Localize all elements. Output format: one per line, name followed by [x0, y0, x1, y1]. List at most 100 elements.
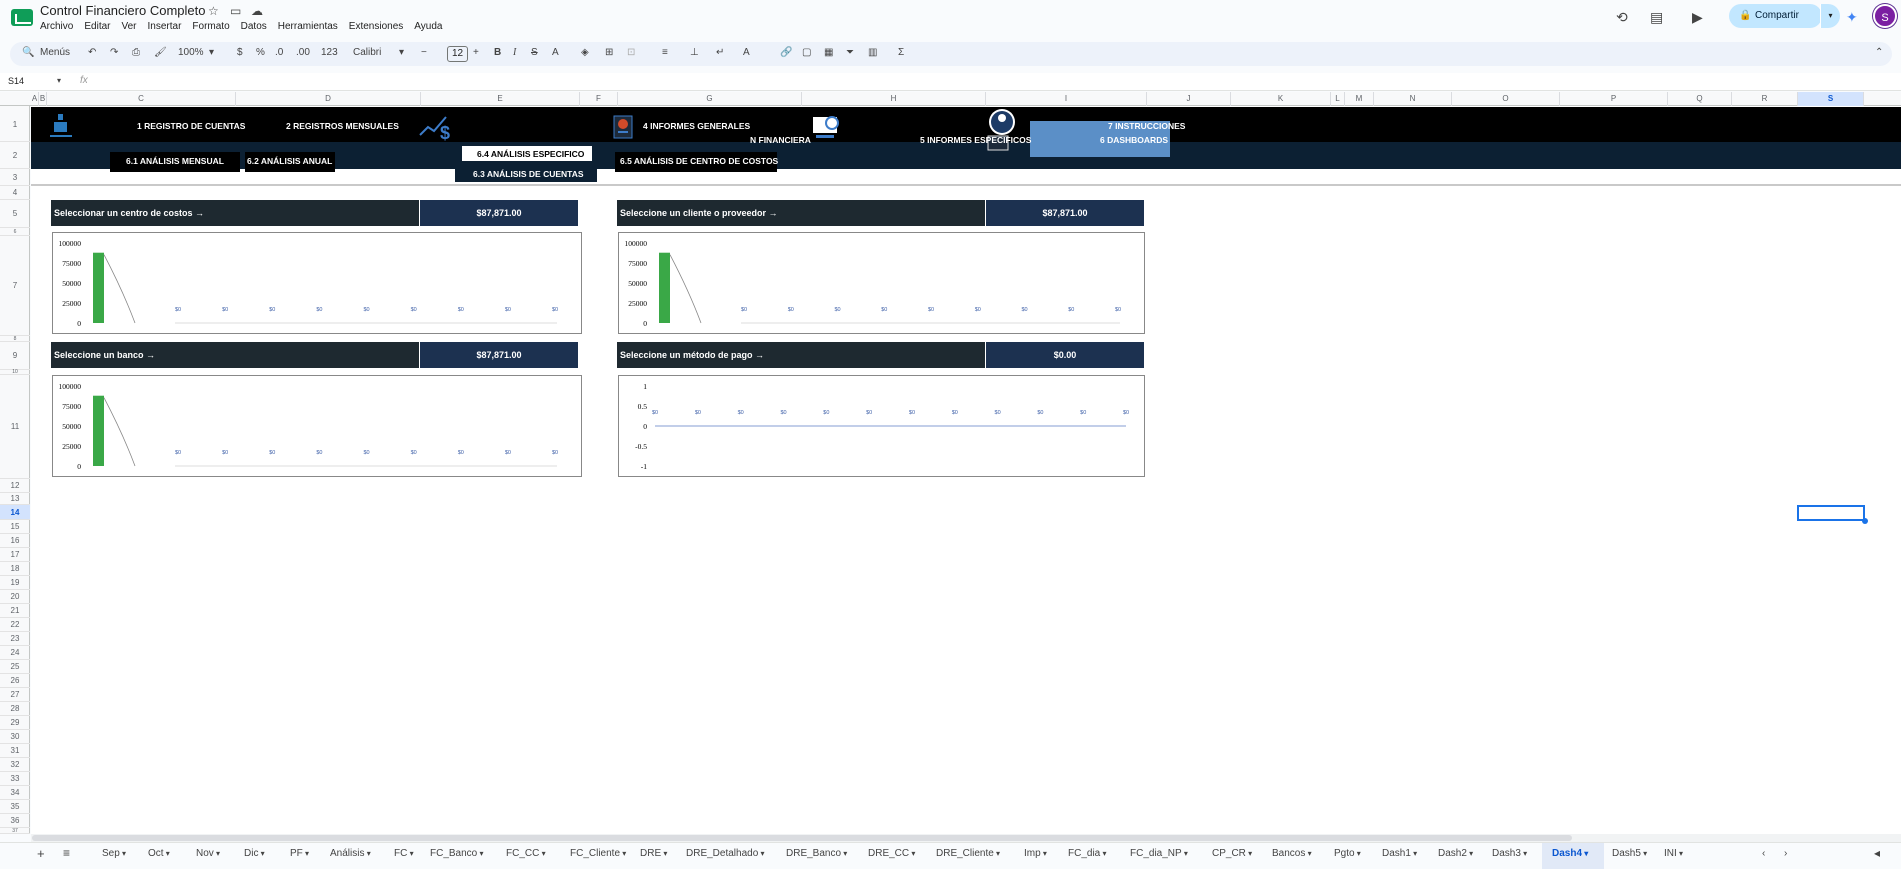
row-header-31[interactable]: 31: [0, 744, 30, 758]
sheet-tab-fc_banco[interactable]: FC_Banco ▾: [430, 848, 484, 859]
column-header-h[interactable]: H: [802, 92, 986, 106]
sheet-tab-pf[interactable]: PF ▾: [290, 848, 309, 859]
row-header-4[interactable]: 4: [0, 186, 30, 200]
sheet-tab-fc_dia[interactable]: FC_dia ▾: [1068, 848, 1107, 859]
font-size-decrease-button[interactable]: −: [421, 47, 427, 58]
chevron-down-icon[interactable]: ▾: [841, 849, 847, 858]
move-folder-icon[interactable]: ▭: [230, 4, 241, 18]
row-header-32[interactable]: 32: [0, 758, 30, 772]
star-icon[interactable]: ☆: [208, 4, 219, 18]
zoom-select[interactable]: 100%: [178, 47, 204, 58]
filter-views-icon[interactable]: ▥: [868, 47, 877, 58]
insert-chart-icon[interactable]: ▦: [824, 47, 833, 58]
row-header-30[interactable]: 30: [0, 730, 30, 744]
functions-button[interactable]: Σ: [898, 47, 904, 58]
column-header-c[interactable]: C: [47, 92, 236, 106]
row-header-29[interactable]: 29: [0, 716, 30, 730]
row-header-12[interactable]: 12: [0, 479, 30, 493]
nav-link-dashboards[interactable]: 6 DASHBOARDS: [1100, 135, 1168, 145]
column-header-e[interactable]: E: [421, 92, 580, 106]
menu-item-ver[interactable]: Ver: [121, 21, 136, 32]
menu-item-datos[interactable]: Datos: [241, 21, 267, 32]
row-header-14[interactable]: 14: [0, 505, 30, 520]
row-header-16[interactable]: 16: [0, 534, 30, 548]
row-header-5[interactable]: 5: [0, 200, 30, 228]
font-size-increase-button[interactable]: +: [473, 47, 479, 58]
menu-item-extensiones[interactable]: Extensiones: [349, 21, 403, 32]
column-header-q[interactable]: Q: [1668, 92, 1732, 106]
row-header-1[interactable]: 1: [0, 107, 30, 142]
undo-icon[interactable]: ↶: [88, 47, 96, 58]
sheet-tab-dash3[interactable]: Dash3 ▾: [1492, 848, 1527, 859]
sheet-tab-bancos[interactable]: Bancos ▾: [1272, 848, 1312, 859]
percent-button[interactable]: %: [256, 47, 265, 58]
strikethrough-button[interactable]: S: [531, 47, 538, 58]
bank-selector[interactable]: Seleccione un banco →: [51, 342, 419, 368]
nav-link-instrucciones[interactable]: 7 INSTRUCCIONES: [1108, 121, 1185, 131]
chevron-down-icon[interactable]: ▾: [1246, 849, 1252, 858]
sheet-tab-dash4[interactable]: Dash4 ▾: [1552, 848, 1588, 859]
chevron-down-icon[interactable]: ▾: [1641, 849, 1647, 858]
chart-cost-center[interactable]: 100000 75000 50000 25000 0 $0 $0 $0 $0 $0 $0 $0 $0 $0: [52, 232, 582, 334]
font-select[interactable]: Calibri: [353, 47, 381, 58]
column-header-n[interactable]: N: [1374, 92, 1452, 106]
meet-icon[interactable]: ▶: [1692, 9, 1703, 26]
menu-item-insertar[interactable]: Insertar: [148, 21, 182, 32]
row-header-3[interactable]: 3: [0, 169, 30, 186]
sheet-tab-dash5[interactable]: Dash5 ▾: [1612, 848, 1647, 859]
chevron-down-icon[interactable]: ▾: [1521, 849, 1527, 858]
column-header-b[interactable]: B: [39, 92, 47, 106]
row-header-2[interactable]: 2: [0, 142, 30, 169]
sheet-tab-fc_dia_np[interactable]: FC_dia_NP ▾: [1130, 848, 1188, 859]
share-dropdown-button[interactable]: ▾: [1820, 4, 1840, 28]
all-sheets-icon[interactable]: ≡: [63, 846, 70, 860]
chevron-down-icon[interactable]: ▾: [1467, 849, 1473, 858]
insert-link-icon[interactable]: 🔗: [780, 47, 792, 58]
row-header-22[interactable]: 22: [0, 618, 30, 632]
sheet-tab-dre_cc[interactable]: DRE_CC ▾: [868, 848, 915, 859]
column-header-f[interactable]: F: [580, 92, 618, 106]
payment-method-selector[interactable]: Seleccione un método de pago →: [617, 342, 985, 368]
align-horizontal-icon[interactable]: ≡: [662, 47, 668, 58]
nav-link-financiera[interactable]: N FINANCIERA: [750, 135, 811, 145]
menu-item-ayuda[interactable]: Ayuda: [414, 21, 442, 32]
sheet-tab-dre_detalhado[interactable]: DRE_Detalhado ▾: [686, 848, 765, 859]
version-history-icon[interactable]: ⟲: [1616, 9, 1628, 26]
scroll-tabs-right-icon[interactable]: ›: [1784, 848, 1787, 859]
menu-item-archivo[interactable]: Archivo: [40, 21, 73, 32]
chevron-down-icon[interactable]: ▾: [303, 849, 309, 858]
redo-icon[interactable]: ↷: [110, 47, 118, 58]
collapse-toolbar-icon[interactable]: ⌃: [1875, 47, 1883, 58]
sheet-tab-dre_cliente[interactable]: DRE_Cliente ▾: [936, 848, 1000, 859]
search-menus-icon[interactable]: 🔍: [22, 47, 34, 58]
chevron-down-icon[interactable]: ▾: [407, 849, 414, 858]
row-header-25[interactable]: 25: [0, 660, 30, 674]
row-header-9[interactable]: 9: [0, 342, 30, 370]
sheet-tab-pgto[interactable]: Pgto ▾: [1334, 848, 1361, 859]
selected-cell[interactable]: [1797, 505, 1865, 521]
add-sheet-icon[interactable]: +: [37, 846, 45, 861]
column-header-d[interactable]: D: [236, 92, 421, 106]
number-format-button[interactable]: 123: [321, 47, 338, 58]
client-selector[interactable]: Seleccione un cliente o proveedor →: [617, 200, 985, 226]
align-vertical-icon[interactable]: ⊥: [690, 47, 699, 58]
nav-link-analisis-anual[interactable]: 6.2 ANÁLISIS ANUAL: [247, 156, 332, 166]
cloud-status-icon[interactable]: ☁: [251, 4, 263, 18]
scrollbar-thumb[interactable]: [32, 835, 1572, 841]
chart-client[interactable]: 100000 75000 50000 25000 0 $0 $0 $0 $0 $0 $0 $0 $0 $0: [618, 232, 1145, 334]
row-header-37[interactable]: 37: [0, 828, 30, 834]
nav-link-registro-cuentas[interactable]: 1 REGISTRO DE CUENTAS: [137, 121, 245, 131]
sheet-tab-dash2[interactable]: Dash2 ▾: [1438, 848, 1473, 859]
column-header-k[interactable]: K: [1231, 92, 1331, 106]
sheet-tab-imp[interactable]: Imp ▾: [1024, 848, 1047, 859]
column-header-s[interactable]: S: [1798, 92, 1864, 106]
sheet-tab-ini[interactable]: INI ▾: [1664, 848, 1683, 859]
borders-icon[interactable]: ⊞: [605, 47, 613, 58]
row-header-13[interactable]: 13: [0, 493, 30, 505]
sheet-tab-sep[interactable]: Sep ▾: [102, 848, 126, 859]
row-header-35[interactable]: 35: [0, 800, 30, 814]
sheets-logo-icon[interactable]: [11, 9, 33, 26]
row-header-24[interactable]: 24: [0, 646, 30, 660]
sheet-tab-dre[interactable]: DRE ▾: [640, 848, 667, 859]
merge-cells-icon[interactable]: ⊡: [627, 47, 635, 58]
